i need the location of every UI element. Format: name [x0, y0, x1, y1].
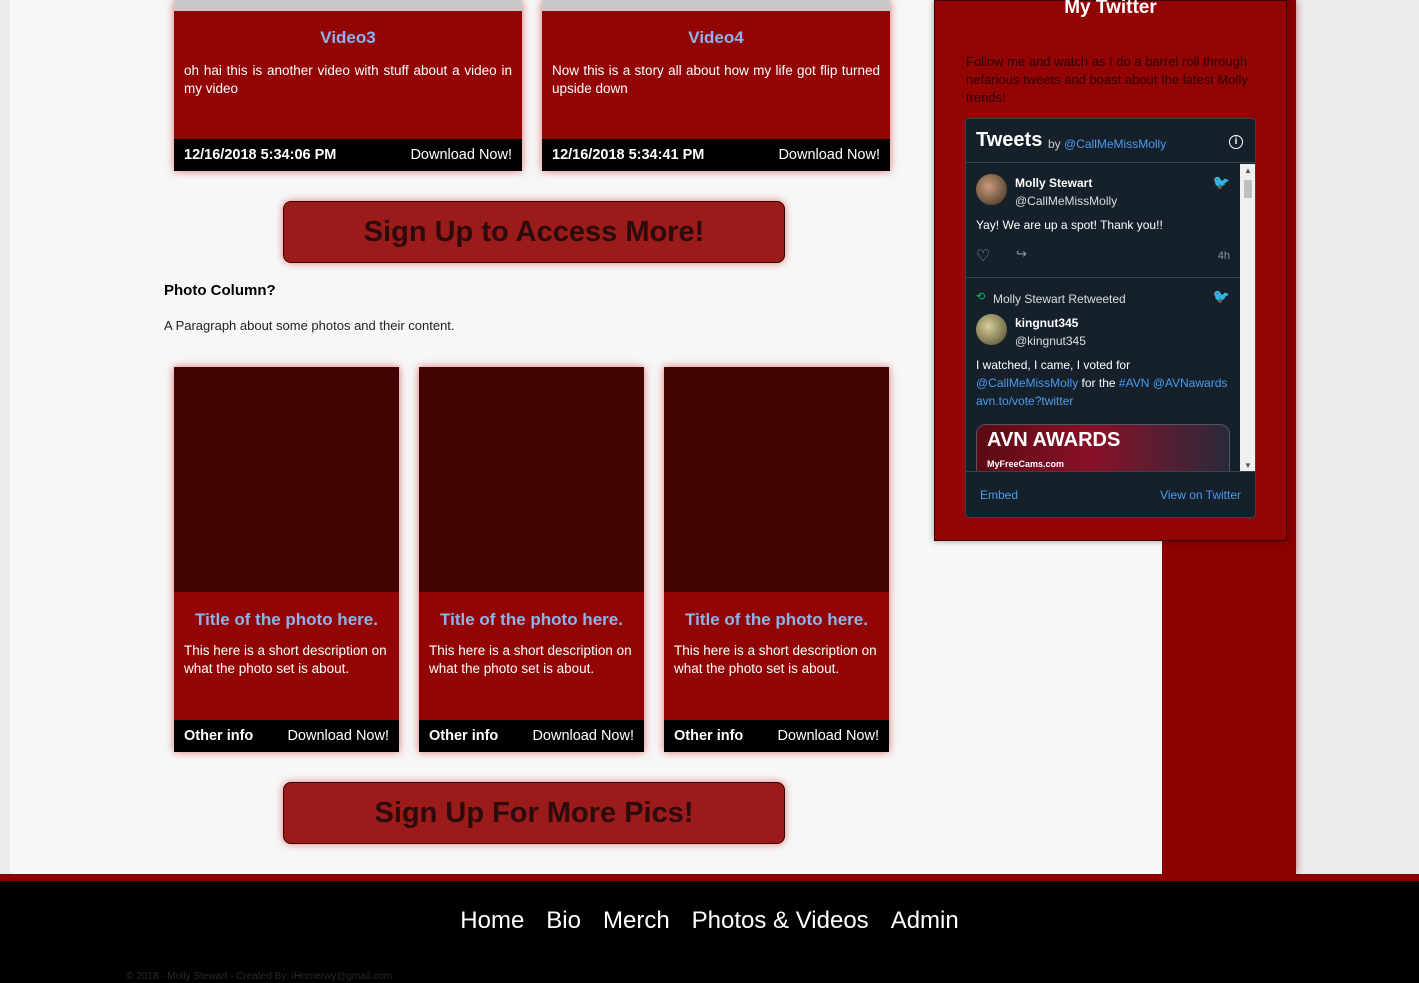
photo-card[interactable]: Title of the photo here. This here is a … — [419, 367, 644, 752]
photo-column-paragraph: A Paragraph about some photos and their … — [164, 318, 455, 333]
info-icon[interactable]: i — [1229, 135, 1243, 149]
by-text: by — [1048, 137, 1061, 151]
photo-card[interactable]: Title of the photo here. This here is a … — [664, 367, 889, 752]
url-link[interactable]: avn.to/vote?twitter — [976, 394, 1073, 408]
share-icon[interactable]: ↪ — [1016, 246, 1027, 262]
download-link[interactable]: Download Now! — [778, 147, 880, 163]
tweet-media-image[interactable]: AVN AWARDS MyFreeCams.com — [976, 424, 1230, 472]
twitter-widget-footer: Embed View on Twitter — [966, 471, 1255, 517]
twitter-widget-header: Tweets by @CallMeMissMolly i — [966, 119, 1255, 163]
tweet[interactable]: ⟲ Molly Stewart Retweeted 🐦 kingnut345 @… — [966, 278, 1240, 472]
video-date: 12/16/2018 5:34:06 PM — [184, 147, 337, 163]
video-date: 12/16/2018 5:34:41 PM — [552, 147, 705, 163]
heart-icon[interactable]: ♡ — [976, 246, 990, 266]
embed-link[interactable]: Embed — [980, 488, 1018, 502]
video-footer: 12/16/2018 5:34:41 PM Download Now! — [542, 139, 890, 171]
tweet[interactable]: Molly Stewart @CallMeMissMolly 🐦 Yay! We… — [966, 164, 1240, 278]
photo-description: This here is a short description on what… — [674, 643, 877, 676]
video-footer: 12/16/2018 5:34:06 PM Download Now! — [174, 139, 522, 171]
scrollbar-thumb[interactable] — [1244, 180, 1252, 198]
tweet-time[interactable]: 4h — [1218, 250, 1230, 262]
nav-home[interactable]: Home — [460, 907, 524, 935]
photo-title[interactable]: Title of the photo here. — [664, 610, 889, 630]
twitter-bird-icon[interactable]: 🐦 — [1213, 288, 1230, 305]
signup-more-button[interactable]: Sign Up to Access More! — [283, 201, 785, 263]
tweets-label: Tweets — [976, 129, 1043, 151]
photo-footer: Other info Download Now! — [664, 720, 889, 752]
mention-link[interactable]: @AVNawards — [1153, 376, 1228, 390]
retweet-label: Molly Stewart Retweeted — [993, 292, 1126, 306]
twitter-feed[interactable]: Molly Stewart @CallMeMissMolly 🐦 Yay! We… — [966, 164, 1240, 472]
video-thumbnail[interactable] — [174, 0, 522, 11]
video-thumbnail[interactable] — [542, 0, 890, 11]
photo-image[interactable] — [174, 367, 399, 592]
download-link[interactable]: Download Now! — [777, 728, 879, 744]
twitter-intro: Follow me and watch as I do a barrel rol… — [966, 54, 1248, 105]
video-card[interactable]: Video4 Now this is a story all about how… — [542, 0, 890, 171]
view-on-twitter-link[interactable]: View on Twitter — [1160, 488, 1241, 502]
photo-footer: Other info Download Now! — [174, 720, 399, 752]
photo-footer: Other info Download Now! — [419, 720, 644, 752]
tweet-author-name[interactable]: kingnut345 — [1015, 316, 1078, 330]
photo-title[interactable]: Title of the photo here. — [174, 610, 399, 630]
download-link[interactable]: Download Now! — [410, 147, 512, 163]
copyright: © 2018 - Molly Stewart - Created By: iHo… — [126, 971, 392, 982]
photo-other-info: Other info — [429, 728, 499, 744]
photo-description: This here is a short description on what… — [429, 643, 632, 676]
scrollbar[interactable]: ▲ ▼ — [1240, 164, 1255, 472]
twitter-panel-title: My Twitter — [1064, 0, 1157, 18]
tweet-author-handle[interactable]: @CallMeMissMolly — [1015, 194, 1117, 208]
tweet-author-handle[interactable]: @kingnut345 — [1015, 334, 1086, 348]
photo-description: This here is a short description on what… — [184, 643, 387, 676]
photo-other-info: Other info — [674, 728, 744, 744]
retweet-icon: ⟲ — [976, 291, 986, 303]
nav-admin[interactable]: Admin — [891, 907, 959, 935]
hashtag-link[interactable]: #AVN — [1119, 376, 1149, 390]
nav-photos-videos[interactable]: Photos & Videos — [692, 907, 869, 935]
video-description: oh hai this is another video with stuff … — [184, 63, 512, 96]
photo-card[interactable]: Title of the photo here. This here is a … — [174, 367, 399, 752]
tweet-text: I watched, I came, I voted for @CallMeMi… — [976, 356, 1234, 410]
site-footer: Home Bio Merch Photos & Videos Admin © 2… — [0, 874, 1419, 983]
tweet-author-name[interactable]: Molly Stewart — [1015, 176, 1092, 190]
nav-bio[interactable]: Bio — [546, 907, 581, 935]
scroll-down-icon[interactable]: ▼ — [1244, 461, 1252, 470]
tweets-by: by @CallMeMissMolly — [1048, 137, 1166, 151]
scroll-up-icon[interactable]: ▲ — [1244, 166, 1252, 175]
video-description: Now this is a story all about how my lif… — [552, 63, 880, 96]
video-title[interactable]: Video4 — [542, 28, 890, 48]
video-title[interactable]: Video3 — [174, 28, 522, 48]
twitter-bird-icon[interactable]: 🐦 — [1213, 174, 1230, 191]
nav-merch[interactable]: Merch — [603, 907, 670, 935]
video-card[interactable]: Video3 oh hai this is another video with… — [174, 0, 522, 171]
tweet-text-part: for the — [1081, 376, 1116, 390]
media-text: AVN AWARDS — [987, 429, 1121, 451]
photo-column-heading: Photo Column? — [164, 282, 276, 299]
download-link[interactable]: Download Now! — [287, 728, 389, 744]
photo-other-info: Other info — [184, 728, 254, 744]
tweet-text-part: I watched, I came, I voted for — [976, 358, 1131, 372]
mention-link[interactable]: @CallMeMissMolly — [976, 376, 1078, 390]
twitter-timeline-widget[interactable]: Tweets by @CallMeMissMolly i Molly Stewa… — [965, 118, 1256, 518]
photo-image[interactable] — [419, 367, 644, 592]
twitter-panel: My Twitter Follow me and watch as I do a… — [934, 0, 1287, 541]
tweet-text: Yay! We are up a spot! Thank you!! — [976, 218, 1163, 232]
download-link[interactable]: Download Now! — [532, 728, 634, 744]
photo-image[interactable] — [664, 367, 889, 592]
photo-title[interactable]: Title of the photo here. — [419, 610, 644, 630]
footer-nav: Home Bio Merch Photos & Videos Admin — [0, 907, 1419, 935]
avatar[interactable] — [976, 314, 1007, 345]
twitter-handle-link[interactable]: @CallMeMissMolly — [1064, 137, 1166, 151]
avatar[interactable] — [976, 174, 1007, 205]
media-subtext: MyFreeCams.com — [987, 459, 1065, 469]
signup-more-pics-button[interactable]: Sign Up For More Pics! — [283, 782, 785, 844]
